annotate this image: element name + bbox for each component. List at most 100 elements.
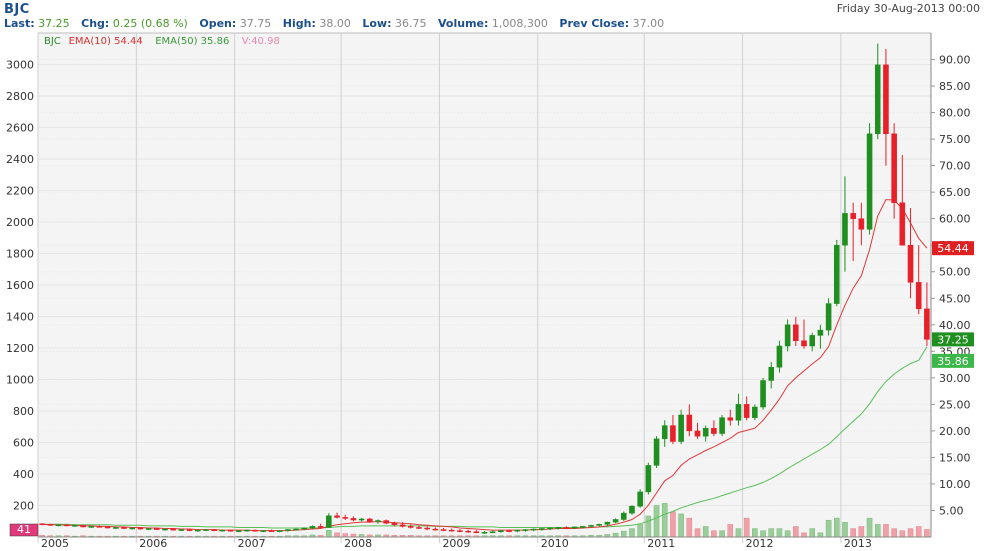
left-axis-tick: 1000 xyxy=(6,374,34,387)
candle-body xyxy=(784,324,791,347)
candle-body xyxy=(489,531,496,533)
candle-body xyxy=(113,527,119,529)
volume-bar xyxy=(850,528,856,538)
candle-body xyxy=(244,529,250,532)
candle-body xyxy=(407,526,414,528)
candle-body xyxy=(891,133,897,204)
candle-body xyxy=(686,414,693,432)
candle-body xyxy=(129,527,136,530)
candle-body xyxy=(866,133,873,230)
volume-bar xyxy=(883,524,889,538)
right-axis-tick: 70.00 xyxy=(939,160,971,173)
candle-body xyxy=(448,529,455,532)
candle-body xyxy=(227,529,234,532)
candle-body xyxy=(793,324,799,341)
left-axis-tick: 1400 xyxy=(6,311,34,324)
candle-body xyxy=(776,345,783,368)
candle-body xyxy=(326,515,332,528)
right-axis-tick: 50.00 xyxy=(939,266,971,279)
volume-bar xyxy=(629,528,635,538)
x-axis-tick: 2008 xyxy=(344,537,372,550)
candle-body xyxy=(612,519,619,523)
candle-body xyxy=(219,529,226,532)
volume-bar xyxy=(743,517,750,538)
volume-bar xyxy=(915,526,922,538)
x-axis-tick: 2009 xyxy=(442,537,470,550)
candle-body xyxy=(309,526,316,529)
candle-body xyxy=(801,340,807,347)
x-axis-tick: 2005 xyxy=(41,537,69,550)
candle-body xyxy=(833,244,840,304)
candle-body xyxy=(580,526,586,528)
candle-body xyxy=(588,525,594,527)
candle-body xyxy=(711,427,717,434)
candle-body xyxy=(63,524,70,527)
candle-body xyxy=(874,64,881,135)
legend-entry: V:40.98 xyxy=(242,36,280,47)
candle-body xyxy=(735,404,742,421)
volume-bar xyxy=(793,526,799,538)
volume-bar xyxy=(620,530,627,538)
candle-body xyxy=(96,526,103,528)
candle-body xyxy=(342,517,349,519)
volume-bar xyxy=(801,532,807,538)
left-axis-tick: 1800 xyxy=(6,248,34,261)
candle-body xyxy=(55,524,62,527)
candle-body xyxy=(268,530,275,532)
candle-body xyxy=(604,521,611,525)
legend-entry: EMA(50) 35.86 xyxy=(155,36,229,47)
candle-body xyxy=(203,529,209,531)
right-axis-tick: 30.00 xyxy=(939,372,971,385)
x-axis-tick: 2006 xyxy=(139,537,167,550)
x-axis-tick: 2010 xyxy=(541,537,569,550)
x-axis-tick: 2013 xyxy=(844,537,872,550)
candle-body xyxy=(661,425,668,440)
candle-body xyxy=(137,527,144,530)
candle-body xyxy=(506,530,512,532)
candle-body xyxy=(563,527,570,529)
chart-window: BJC Friday 30-Aug-2013 00:00 Last: 37.25… xyxy=(0,0,984,551)
candle-body xyxy=(555,527,562,529)
candle-body xyxy=(481,531,488,534)
price-chart[interactable]: 200 400 600 800 1000 1200 1400 1600 1800 2000 2200… xyxy=(0,0,984,551)
candle-body xyxy=(653,438,660,466)
candle-body xyxy=(457,530,463,532)
candle-body xyxy=(842,213,848,246)
candle-body xyxy=(186,529,193,531)
candle-body xyxy=(670,425,676,442)
volume-bar xyxy=(891,528,897,538)
candle-body xyxy=(719,417,725,434)
ema10-badge: 54.44 xyxy=(937,242,969,255)
volume-bar xyxy=(874,524,881,538)
left-axis-tick: 3000 xyxy=(6,59,34,72)
candle-body xyxy=(47,524,54,526)
candle-body xyxy=(424,527,430,530)
volume-bar xyxy=(817,532,824,538)
candle-body xyxy=(522,529,529,531)
candle-body xyxy=(88,526,95,528)
candle-body xyxy=(276,530,283,532)
candle-body xyxy=(440,529,447,531)
candle-body xyxy=(154,528,160,530)
volume-bar xyxy=(866,517,873,538)
candle-body xyxy=(817,329,824,336)
right-axis-tick: 25.00 xyxy=(939,398,971,411)
candle-body xyxy=(596,524,602,526)
candle-body xyxy=(72,525,78,527)
candle-body xyxy=(637,491,643,507)
candle-body xyxy=(285,529,291,531)
volume-bar xyxy=(334,532,340,538)
candle-body xyxy=(104,526,111,529)
volume-bar xyxy=(735,528,742,538)
left-axis-tick: 800 xyxy=(13,405,34,418)
candle-body xyxy=(539,528,545,530)
right-axis-tick: 10.00 xyxy=(939,478,971,491)
left-axis-tick: 2000 xyxy=(6,216,34,229)
candle-body xyxy=(702,427,709,437)
x-axis-tick: 2007 xyxy=(238,537,266,550)
candle-body xyxy=(293,528,299,531)
candle-body xyxy=(80,525,86,528)
left-axis-tick: 600 xyxy=(13,437,34,450)
left-axis-tick: 2800 xyxy=(6,90,34,103)
right-axis-tick: 65.00 xyxy=(939,186,971,199)
